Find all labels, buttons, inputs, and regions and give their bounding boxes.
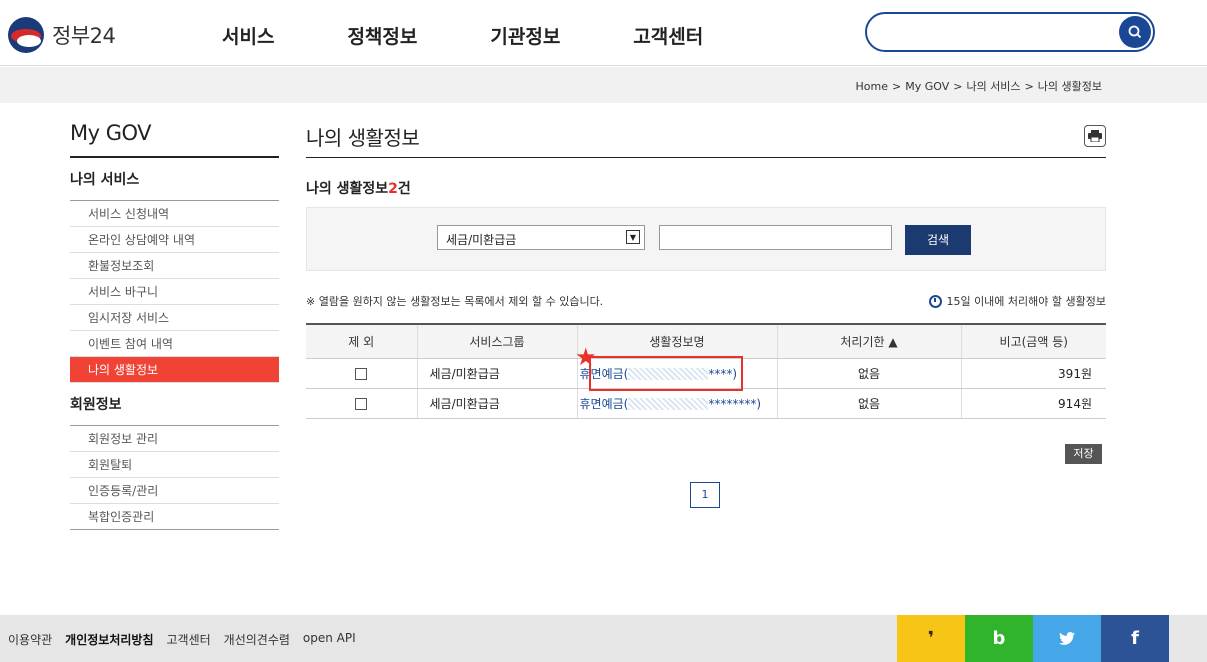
search-input[interactable] [865,12,1155,52]
chevron-right-icon: > [953,80,963,93]
info-name-link[interactable]: 휴면예금( ********) [580,397,762,411]
service-group-select[interactable]: 세금/미환급금 ▼ [437,225,645,250]
breadcrumb-my-services[interactable]: 나의 서비스 [966,80,1020,93]
footer-feedback[interactable]: 개선의견수렴 [224,631,290,648]
social-links: ❜ b f [897,615,1169,662]
print-button[interactable] [1084,125,1106,147]
footer: 이용약관 개인정보처리방침 고객센터 개선의견수렴 open API ❜ b f [0,615,1207,662]
search-icon [1128,25,1142,39]
filter-panel: 세금/미환급금 ▼ 검색 [306,207,1106,271]
save-button[interactable]: 저장 [1065,444,1102,464]
deadline-cell: 없음 [776,358,961,389]
result-count-unit: 건 [397,181,411,197]
printer-icon [1088,130,1102,142]
sidebar-item-withdraw[interactable]: 회원탈퇴 [70,452,279,478]
sidebar-item-event-history[interactable]: 이벤트 참여 내역 [70,331,279,357]
table-header-row: 제 외 서비스그룹 생활정보명 처리기한 ▲ 비고(금액 등) [306,324,1106,359]
star-icon: ★ [575,343,597,371]
footer-terms[interactable]: 이용약관 [8,631,52,648]
sidebar-list-member-info: 회원정보 관리 회원탈퇴 인증등록/관리 복합인증관리 [70,426,279,530]
masked-account [628,398,709,410]
nav-agency[interactable]: 기관정보 [490,22,560,49]
info-name-prefix: 휴면예금( [579,396,629,411]
facebook-icon[interactable]: f [1101,615,1169,662]
nav-policy[interactable]: 정책정보 [347,22,417,49]
notice-row: ※ 열람을 원하지 않는 생활정보는 목록에서 제외 할 수 있습니다. 15일… [306,293,1106,309]
deadline-legend: 15일 이내에 처리해야 할 생활정보 [929,293,1106,309]
info-name-suffix: ********) [708,396,762,411]
deadline-cell: 없음 [776,388,961,419]
breadcrumb-bar: Home > My GOV > 나의 서비스 > 나의 생활정보 [0,67,1207,103]
footer-open-api[interactable]: open API [303,631,356,648]
col-exclude: 제 외 [306,324,417,359]
deadline-legend-text: 15일 이내에 처리해야 할 생활정보 [946,295,1106,308]
taegeuk-logo-icon [8,17,44,53]
sidebar-item-consult-reservation[interactable]: 온라인 상담예약 내역 [70,227,279,253]
chevron-right-icon: > [1024,80,1034,93]
amount-cell: 914원 [960,388,1106,419]
nav-customer-center[interactable]: 고객센터 [633,22,703,49]
search-button[interactable] [1119,16,1151,48]
sidebar-section-my-services[interactable]: 나의 서비스 [70,158,279,201]
nav-services[interactable]: 서비스 [222,22,274,49]
table-row: 세금/미환급금 휴면예금( ********) 없음 914원 [306,388,1106,419]
sidebar-list-my-services: 서비스 신청내역 온라인 상담예약 내역 환불정보조회 서비스 바구니 임시저장… [70,201,279,383]
header: 정부24 서비스 정책정보 기관정보 고객센터 [0,0,1207,66]
col-info-name: 생활정보명 [576,324,777,359]
service-group-selected: 세금/미환급금 [446,233,517,247]
sidebar-item-life-info[interactable]: 나의 생활정보 [70,357,279,383]
logo-text: 정부24 [52,24,116,48]
exclude-checkbox[interactable] [355,367,368,380]
band-icon[interactable]: b [965,615,1033,662]
sidebar-title: My GOV [70,118,279,158]
chevron-right-icon: > [892,80,902,93]
sidebar-item-application-history[interactable]: 서비스 신청내역 [70,201,279,227]
page-button[interactable]: 1 [690,482,720,508]
keyword-input[interactable] [659,225,892,250]
timer-icon [929,294,943,308]
sidebar-item-multi-cert[interactable]: 복합인증관리 [70,504,279,530]
sidebar-item-member-manage[interactable]: 회원정보 관리 [70,426,279,452]
twitter-icon[interactable] [1033,615,1101,662]
sidebar-item-service-basket[interactable]: 서비스 바구니 [70,279,279,305]
sidebar-item-refund-lookup[interactable]: 환불정보조회 [70,253,279,279]
sidebar: My GOV 나의 서비스 서비스 신청내역 온라인 상담예약 내역 환불정보조… [70,118,279,530]
breadcrumb-current: 나의 생활정보 [1037,80,1102,93]
group-cell: 세금/미환급금 [416,388,577,419]
sidebar-section-member-info[interactable]: 회원정보 [70,383,279,426]
exclude-cell [306,388,417,419]
breadcrumb-mygov[interactable]: My GOV [905,80,949,93]
highlight-box [589,356,743,391]
footer-privacy[interactable]: 개인정보처리방침 [65,631,153,648]
global-nav: 서비스 정책정보 기관정보 고객센터 [222,22,776,49]
group-cell: 세금/미환급금 [416,358,577,389]
col-deadline-sort[interactable]: 처리기한 ▲ [776,324,961,359]
exclude-cell [306,358,417,389]
breadcrumb-home[interactable]: Home [856,80,888,93]
page-title: 나의 생활정보 [306,118,1106,158]
exclude-notice: ※ 열람을 원하지 않는 생활정보는 목록에서 제외 할 수 있습니다. [306,295,604,308]
info-name-cell: 휴면예금( ********) [576,388,777,419]
col-remarks: 비고(금액 등) [960,324,1106,359]
filter-search-button[interactable]: 검색 [905,225,971,255]
result-count: 나의 생활정보2건 [306,178,1106,198]
sidebar-item-cert-manage[interactable]: 인증등록/관리 [70,478,279,504]
footer-links: 이용약관 개인정보처리방침 고객센터 개선의견수렴 open API [8,631,369,648]
footer-customer-center[interactable]: 고객센터 [167,631,211,648]
kakaostory-icon[interactable]: ❜ [897,615,965,662]
chevron-down-icon: ▼ [626,230,640,244]
col-service-group: 서비스그룹 [416,324,577,359]
amount-cell: 391원 [960,358,1106,389]
result-count-number: 2 [388,181,398,197]
exclude-checkbox[interactable] [355,397,368,410]
result-count-label: 나의 생활정보 [306,181,389,197]
logo[interactable]: 정부24 [8,17,116,53]
breadcrumb: Home > My GOV > 나의 서비스 > 나의 생활정보 [854,78,1104,94]
sidebar-item-temp-saved[interactable]: 임시저장 서비스 [70,305,279,331]
